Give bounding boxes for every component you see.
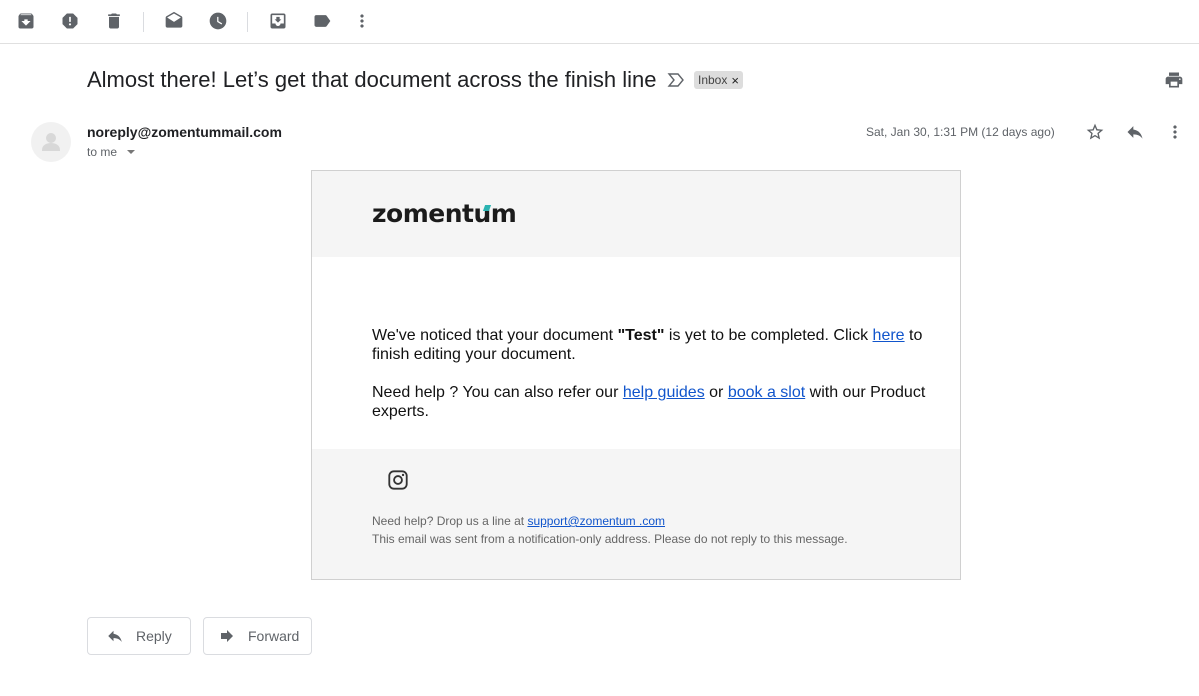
- move-to-inbox-icon[interactable]: [264, 8, 292, 34]
- remove-label-button[interactable]: ×: [731, 73, 739, 88]
- label-icon[interactable]: [308, 8, 336, 34]
- more-vert-icon[interactable]: [348, 8, 376, 34]
- footer-help-text: Need help? Drop us a line at: [372, 514, 528, 528]
- here-link[interactable]: here: [873, 327, 905, 344]
- recipient-details-toggle[interactable]: to me: [87, 145, 136, 159]
- book-a-slot-link[interactable]: book a slot: [728, 384, 805, 401]
- print-icon[interactable]: [1164, 70, 1186, 90]
- footer-notice: This email was sent from a notification-…: [372, 532, 848, 546]
- reply-button-label: Reply: [136, 628, 172, 644]
- inbox-label-text: Inbox: [698, 73, 728, 87]
- forward-button-label: Forward: [248, 628, 300, 644]
- message-paragraph: We've noticed that your document "Test" …: [372, 326, 942, 364]
- archive-icon[interactable]: [12, 8, 40, 34]
- reply-icon: [108, 630, 122, 642]
- forward-button[interactable]: Forward: [203, 617, 312, 655]
- recipient-text: to me: [87, 145, 118, 159]
- chevron-down-icon: [127, 150, 136, 154]
- reply-icon[interactable]: [1124, 122, 1146, 142]
- message-text: We've noticed that your document: [372, 327, 618, 344]
- instagram-icon[interactable]: [387, 469, 409, 491]
- delete-icon[interactable]: [100, 8, 128, 34]
- toolbar-divider: [143, 12, 144, 32]
- report-spam-icon[interactable]: [56, 8, 84, 34]
- email-subject: Almost there! Let’s get that document ac…: [87, 67, 657, 92]
- document-name: "Test": [617, 327, 665, 344]
- zomentum-logo: zomentum: [372, 199, 517, 228]
- email-footer: Need help? Drop us a line at support@zom…: [312, 449, 960, 579]
- message-text: or: [704, 384, 728, 401]
- inbox-label-chip: Inbox ×: [694, 71, 743, 89]
- sender-avatar: [31, 122, 71, 162]
- toolbar-divider: [247, 12, 248, 32]
- toolbar: [0, 0, 1199, 44]
- mark-unread-icon[interactable]: [160, 8, 188, 34]
- email-header-banner: zomentum: [312, 171, 960, 257]
- message-text: Need help ? You can also refer our: [372, 384, 623, 401]
- message-text: is yet to be completed. Click: [664, 327, 873, 344]
- help-guides-link[interactable]: help guides: [623, 384, 705, 401]
- footer-text: Need help? Drop us a line at support@zom…: [372, 512, 848, 548]
- more-vert-icon[interactable]: [1164, 122, 1186, 142]
- email-date: Sat, Jan 30, 1:31 PM (12 days ago): [866, 125, 1055, 139]
- email-body-card: zomentum We've noticed that your documen…: [311, 170, 961, 580]
- email-message: We've noticed that your document "Test" …: [372, 326, 942, 440]
- footer-help-line: Need help? Drop us a line at support@zom…: [372, 512, 848, 530]
- forward-icon: [221, 630, 233, 642]
- message-paragraph: Need help ? You can also refer our help …: [372, 383, 942, 421]
- sender-address[interactable]: noreply@zomentummail.com: [87, 124, 282, 140]
- reply-button[interactable]: Reply: [87, 617, 191, 655]
- snooze-icon[interactable]: [204, 8, 232, 34]
- importance-marker-icon[interactable]: [667, 72, 685, 88]
- star-icon[interactable]: [1084, 122, 1106, 142]
- support-email-link[interactable]: support@zomentum .com: [527, 514, 665, 528]
